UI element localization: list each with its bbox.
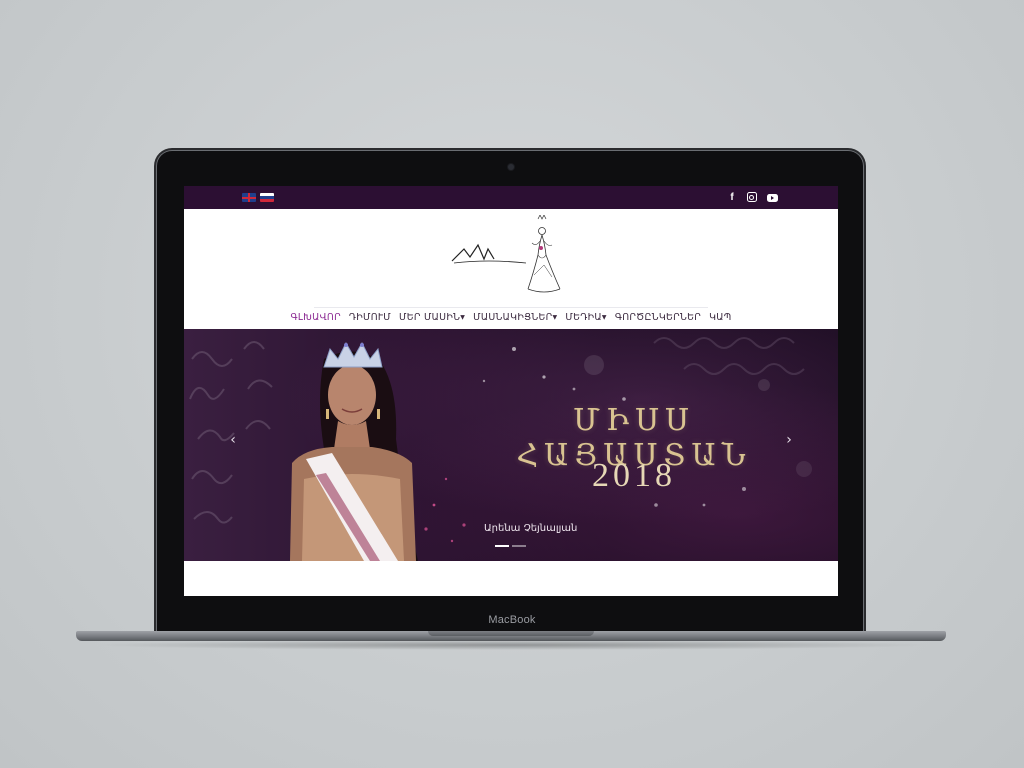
laptop-base-notch <box>428 631 594 636</box>
webcam-icon <box>508 164 514 170</box>
hero-slider: ‹ › ՄԻՍՍ ՀԱՅԱՍՏԱՆ 2018 Արենա Չեյնալյան <box>184 329 838 561</box>
slider-prev-arrow[interactable]: ‹ <box>228 433 238 447</box>
device-label: MacBook <box>488 614 536 626</box>
site-logo[interactable] <box>448 214 578 301</box>
nav-item-participants-label: ՄԱՍՆԱԿԻՑՆԵՐ <box>473 312 553 323</box>
browser-viewport: f ԳԼԽԱՎՈՐ ԴԻՄՈՒՄ ՄԵՐ ՄԱՍԻՆ▼ ՄԱՍՆԱԿԻՑՆԵՐ▼… <box>184 186 838 596</box>
site-header: ԳԼԽԱՎՈՐ ԴԻՄՈՒՄ ՄԵՐ ՄԱՍԻՆ▼ ՄԱՍՆԱԿԻՑՆԵՐ▼ Մ… <box>184 209 838 323</box>
slide-caption: Արենա Չեյնալյան <box>484 523 578 534</box>
slider-dot-2[interactable] <box>512 545 526 547</box>
chevron-down-icon: ▼ <box>460 314 466 321</box>
hero-year: 2018 <box>592 457 676 494</box>
russian-flag-icon[interactable] <box>260 193 274 202</box>
instagram-icon[interactable] <box>746 191 757 204</box>
english-flag-icon[interactable] <box>242 193 256 202</box>
top-bar: f <box>184 186 838 209</box>
laptop-shadow <box>90 640 934 650</box>
facebook-icon[interactable]: f <box>728 191 736 204</box>
nav-item-about-label: ՄԵՐ ՄԱՍԻՆ <box>399 312 461 323</box>
slider-dot-1[interactable] <box>495 545 509 547</box>
nav-item-media-label: ՄԵԴԻԱ <box>565 312 602 323</box>
chevron-down-icon: ▼ <box>552 314 558 321</box>
slider-indicators <box>495 545 526 547</box>
slider-next-arrow[interactable]: › <box>784 433 794 447</box>
youtube-icon[interactable] <box>766 191 778 204</box>
main-navigation: ԳԼԽԱՎՈՐ ԴԻՄՈՒՄ ՄԵՐ ՄԱՍԻՆ▼ ՄԱՍՆԱԿԻՑՆԵՐ▼ Մ… <box>290 307 731 331</box>
chevron-down-icon: ▼ <box>601 314 607 321</box>
